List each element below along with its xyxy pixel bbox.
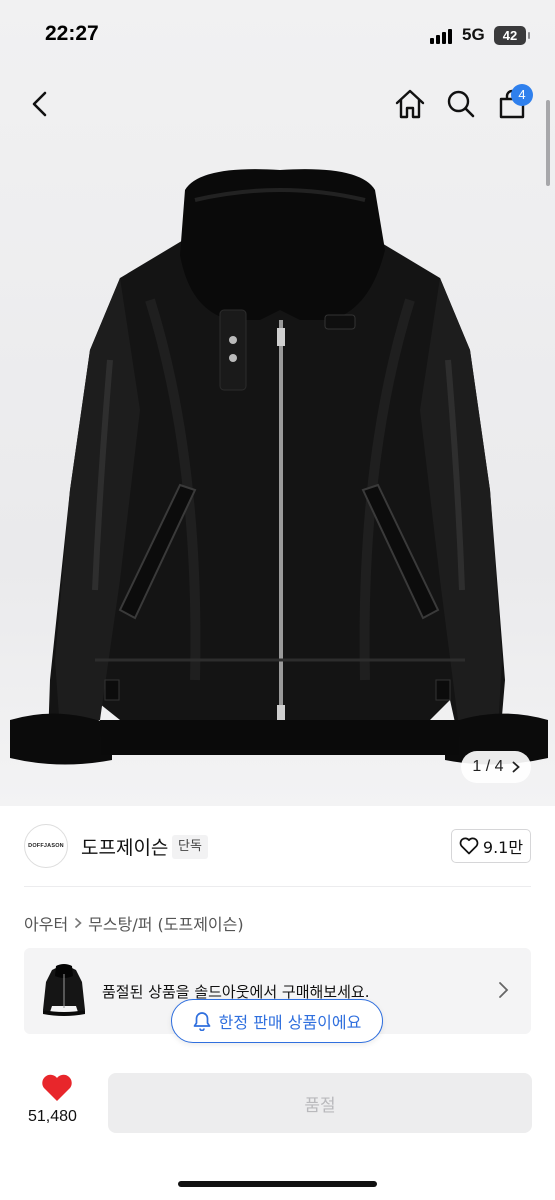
image-counter[interactable]: 1 / 4 bbox=[461, 751, 531, 783]
breadcrumb-category[interactable]: 아우터 bbox=[24, 911, 68, 935]
status-time: 22:27 bbox=[45, 22, 99, 45]
scroll-indicator[interactable] bbox=[546, 100, 550, 186]
search-icon bbox=[447, 90, 475, 118]
banner-product-thumbnail bbox=[43, 964, 85, 1016]
battery-icon: 42 bbox=[494, 26, 530, 45]
chevron-right-icon bbox=[75, 917, 82, 929]
home-button[interactable] bbox=[392, 86, 428, 122]
breadcrumb: 아우터 무스탕/퍼 (도프제이슨) bbox=[24, 911, 244, 935]
exclusive-badge: 단독 bbox=[172, 835, 208, 859]
chevron-left-icon bbox=[32, 91, 47, 117]
status-bar: 22:27 5G 42 bbox=[0, 0, 555, 70]
home-icon bbox=[395, 89, 425, 119]
image-counter-text: 1 / 4 bbox=[472, 758, 504, 775]
heart-filled-icon[interactable] bbox=[40, 1073, 74, 1103]
product-page: 22:27 5G 42 4 1 / 4 DOFFJASON 도프제이슨 단독 9… bbox=[0, 0, 555, 1200]
back-button[interactable] bbox=[24, 86, 56, 122]
home-indicator[interactable] bbox=[178, 1181, 377, 1187]
brand-logo[interactable]: DOFFJASON bbox=[24, 824, 68, 868]
brand-logo-text: DOFFJASON bbox=[28, 843, 64, 849]
brand-like-button[interactable]: 9.1만 bbox=[451, 829, 531, 863]
product-image-jacket bbox=[10, 169, 548, 765]
limited-edition-pill[interactable]: 한정 판매 상품이에요 bbox=[171, 999, 383, 1043]
limited-pill-text: 한정 판매 상품이에요 bbox=[218, 1013, 362, 1032]
divider bbox=[24, 886, 531, 887]
brand-like-count: 9.1만 bbox=[482, 838, 524, 857]
chevron-right-icon bbox=[512, 761, 520, 773]
product-like-count: 51,480 bbox=[28, 1108, 77, 1125]
soldout-button[interactable]: 품절 bbox=[108, 1073, 532, 1133]
breadcrumb-subcategory[interactable]: 무스탕/퍼 (도프제이슨) bbox=[88, 911, 243, 935]
product-image-gallery[interactable]: 22:27 5G 42 4 1 / 4 bbox=[0, 0, 555, 806]
search-button[interactable] bbox=[443, 86, 479, 122]
cart-count-badge: 4 bbox=[511, 84, 533, 106]
bell-icon bbox=[193, 1012, 211, 1031]
chevron-right-icon bbox=[499, 982, 509, 998]
heart-outline-icon bbox=[459, 837, 479, 855]
brand-name[interactable]: 도프제이슨 bbox=[81, 833, 168, 860]
signal-icon bbox=[430, 28, 456, 44]
network-type: 5G bbox=[462, 25, 485, 44]
